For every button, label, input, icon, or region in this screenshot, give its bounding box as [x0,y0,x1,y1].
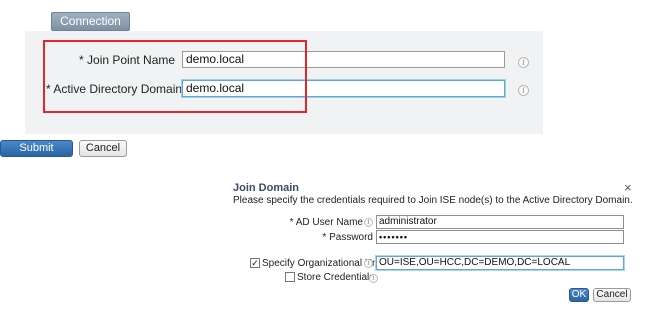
dialog-cancel-button[interactable]: Cancel [593,288,631,302]
specify-ou-info-icon[interactable]: i [364,259,373,268]
cancel-button[interactable]: Cancel [79,140,127,157]
highlight-annotation-box [43,40,307,113]
ad-user-name-info-icon[interactable]: i [364,218,373,227]
password-label: * Password [322,232,373,243]
ad-user-name-input[interactable]: administrator [376,215,624,229]
tab-connection[interactable]: Connection [51,12,130,31]
close-icon[interactable]: × [624,181,632,194]
store-credentials-label: Store Credentials [297,272,375,283]
store-credentials-checkbox[interactable] [285,272,295,282]
join-point-name-info-icon[interactable]: i [518,57,529,68]
active-directory-domain-info-icon[interactable]: i [518,85,529,96]
organizational-unit-input[interactable]: OU=ISE,OU=HCC,DC=DEMO,DC=LOCAL [376,256,624,270]
password-input[interactable]: ••••••• [376,230,624,244]
ad-user-name-label: * AD User Name [289,217,363,228]
ok-button[interactable]: OK [569,288,589,302]
specify-ou-checkbox[interactable]: ✓ [250,258,260,268]
join-domain-title: Join Domain [233,182,300,194]
submit-button[interactable]: Submit [0,140,73,157]
join-domain-description: Please specify the credentials required … [233,195,633,206]
store-credentials-info-icon[interactable]: i [369,274,378,283]
